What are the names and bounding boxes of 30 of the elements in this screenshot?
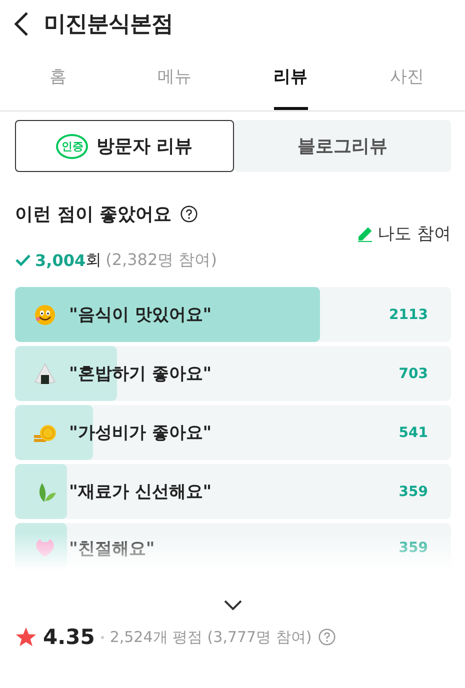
section-title: 이런 점이 좋았어요 <box>15 203 172 226</box>
pencil-icon <box>356 226 373 242</box>
verified-badge: 인증 <box>56 134 88 158</box>
rating-summary: 2,524개 평점 (3,777명 참여) <box>110 628 312 646</box>
keyword-count: 703 <box>398 366 428 382</box>
chevron-down-icon[interactable] <box>223 599 243 611</box>
keyword-count: 2113 <box>389 306 428 322</box>
keyword-count: 541 <box>398 424 428 440</box>
riceball-icon <box>33 362 57 386</box>
join-link[interactable]: 나도 참여 <box>378 222 451 245</box>
keyword-label: "혼밥하기 좋아요" <box>69 363 213 385</box>
keyword-count: 359 <box>398 484 428 500</box>
review-tab[interactable]: 블로그리뷰 <box>234 120 451 172</box>
keyword-label: "친절해요" <box>69 538 156 560</box>
tab[interactable]: 리뷰 <box>232 44 349 112</box>
participant-count: (2,382명 참여) <box>106 250 217 270</box>
review-tab[interactable]: 인증 방문자 리뷰 <box>15 120 234 172</box>
star-icon <box>15 626 37 648</box>
heart-icon <box>33 536 57 560</box>
keyword-label: "재료가 신선해요" <box>69 481 213 503</box>
count-unit: 회 <box>86 250 102 270</box>
keyword-count: 359 <box>398 540 428 556</box>
rating-score: 4.35 <box>43 625 95 649</box>
total-count: 3,004 <box>35 250 86 270</box>
smile-icon <box>33 302 57 326</box>
check-icon <box>15 253 31 267</box>
keyword-label: "가성비가 좋아요" <box>69 422 213 444</box>
help-icon[interactable] <box>180 205 198 223</box>
page-title: 미진분식본점 <box>44 11 173 39</box>
keyword-label: "음식이 맛있어요" <box>69 304 213 326</box>
